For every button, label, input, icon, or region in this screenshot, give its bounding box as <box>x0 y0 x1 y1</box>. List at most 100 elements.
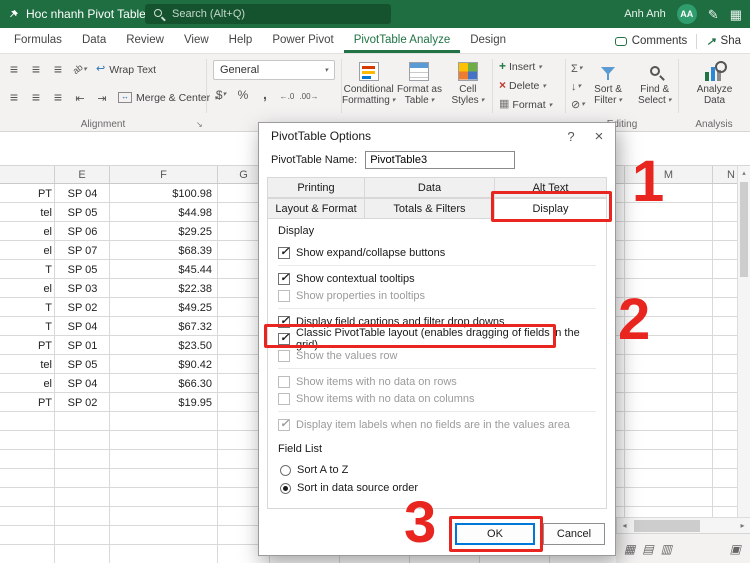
sheet-cell[interactable]: el <box>0 226 55 238</box>
comma-style-button[interactable] <box>255 85 275 105</box>
tab-power-pivot[interactable]: Power Pivot <box>262 28 343 53</box>
dialog-tab-data[interactable]: Data <box>364 177 495 198</box>
option-show-items-no-data-columns[interactable]: Show items with no data on columns <box>278 390 596 407</box>
accounting-format-button[interactable] <box>211 85 231 105</box>
sheet-cell[interactable]: tel <box>0 207 55 219</box>
insert-button[interactable]: Insert <box>493 57 565 76</box>
sort-filter-button[interactable]: Sort & Filter <box>585 54 632 118</box>
sheet-cell[interactable]: $68.39 <box>110 245 218 257</box>
sheet-cell[interactable]: $29.25 <box>110 226 218 238</box>
sheet-cell[interactable]: el <box>0 245 55 257</box>
horizontal-scroll-thumb[interactable] <box>634 519 700 532</box>
sheet-cell[interactable]: SP 02 <box>55 397 110 409</box>
sheet-cell[interactable]: $23.50 <box>110 340 218 352</box>
sheet-cell[interactable]: $22.38 <box>110 283 218 295</box>
sheet-cell[interactable]: T <box>0 321 55 333</box>
share-button[interactable]: Sha <box>697 35 750 48</box>
sheet-cell[interactable]: SP 01 <box>55 340 110 352</box>
sheet-cell[interactable]: SP 05 <box>55 264 110 276</box>
option-show-properties-in-tooltips[interactable]: Show properties in tooltips <box>278 287 596 304</box>
sheet-cell[interactable]: $45.44 <box>110 264 218 276</box>
cancel-button[interactable]: Cancel <box>543 523 605 545</box>
normal-view-icon[interactable] <box>624 542 635 556</box>
option-display-item-labels-no-fields[interactable]: Display item labels when no fields are i… <box>278 416 596 433</box>
option-show-expand-collapse-buttons[interactable]: Show expand/collapse buttons <box>278 244 596 261</box>
sheet-cell[interactable]: T <box>0 302 55 314</box>
sheet-cell[interactable]: PT <box>0 188 55 200</box>
tab-formulas[interactable]: Formulas <box>4 28 72 53</box>
sheet-cell[interactable]: $49.25 <box>110 302 218 314</box>
cell-styles-button[interactable]: Cell Styles <box>444 54 492 118</box>
sheet-cell[interactable]: SP 06 <box>55 226 110 238</box>
align-middle-button[interactable] <box>26 60 46 80</box>
tab-view[interactable]: View <box>174 28 219 53</box>
align-center-button[interactable] <box>26 88 46 108</box>
conditional-formatting-button[interactable]: Conditional Formatting <box>342 54 395 118</box>
increase-decimal-button[interactable] <box>277 85 297 105</box>
radio-sort-a-to-z[interactable]: Sort A to Z <box>280 462 596 478</box>
wrap-text-button[interactable]: Wrap Text <box>92 64 160 76</box>
sheet-cell[interactable]: SP 02 <box>55 302 110 314</box>
format-button[interactable]: Format <box>493 95 565 114</box>
sheet-cell[interactable]: $90.42 <box>110 359 218 371</box>
delete-button[interactable]: Delete <box>493 76 565 95</box>
sheet-cell[interactable]: PT <box>0 397 55 409</box>
help-icon[interactable] <box>557 123 585 149</box>
radio-sort-data-source-order[interactable]: Sort in data source order <box>280 480 596 496</box>
app-grid-icon[interactable]: ▦ <box>730 8 742 21</box>
document-title[interactable]: Hoc nhanh Pivot Table <box>26 7 146 21</box>
dialog-tab-totals-filters[interactable]: Totals & Filters <box>364 198 495 219</box>
vertical-scrollbar[interactable] <box>737 166 750 517</box>
sheet-cell[interactable]: SP 05 <box>55 207 110 219</box>
sheet-cell[interactable]: $66.30 <box>110 378 218 390</box>
page-layout-view-icon[interactable] <box>642 542 653 556</box>
sheet-cell[interactable]: $100.98 <box>110 188 218 200</box>
autosum-button[interactable] <box>571 60 585 77</box>
number-format-select[interactable]: General <box>213 60 335 80</box>
horizontal-scrollbar[interactable] <box>616 517 750 533</box>
clear-button[interactable] <box>571 96 585 113</box>
sheet-cell[interactable]: el <box>0 378 55 390</box>
dialog-tab-printing[interactable]: Printing <box>267 177 365 198</box>
align-left-button[interactable] <box>4 88 24 108</box>
sheet-cell[interactable]: $19.95 <box>110 397 218 409</box>
format-as-table-button[interactable]: Format as Table <box>395 54 443 118</box>
column-header-e[interactable]: E <box>55 166 110 183</box>
sheet-cell[interactable]: SP 04 <box>55 321 110 333</box>
close-icon[interactable] <box>585 123 613 149</box>
sheet-cell[interactable]: PT <box>0 340 55 352</box>
decrease-indent-button[interactable] <box>70 88 90 108</box>
find-select-button[interactable]: Find & Select <box>631 54 678 118</box>
sheet-cell[interactable]: el <box>0 283 55 295</box>
decrease-decimal-button[interactable] <box>299 85 319 105</box>
orientation-button[interactable] <box>70 60 90 80</box>
percent-style-button[interactable] <box>233 85 253 105</box>
scroll-up-icon[interactable] <box>738 166 750 179</box>
align-top-button[interactable] <box>4 60 24 80</box>
alignment-dialog-launcher-icon[interactable] <box>196 119 203 130</box>
analyze-data-button[interactable]: Analyze Data <box>679 54 750 106</box>
column-header[interactable] <box>0 166 55 183</box>
sheet-cell[interactable]: T <box>0 264 55 276</box>
horizontal-scroll-track[interactable] <box>632 518 735 534</box>
sheet-cell[interactable]: $44.98 <box>110 207 218 219</box>
sheet-cell[interactable]: SP 04 <box>55 188 110 200</box>
fill-button[interactable] <box>571 78 585 95</box>
option-show-items-no-data-rows[interactable]: Show items with no data on rows <box>278 373 596 390</box>
pivottable-name-input[interactable] <box>365 151 516 169</box>
tab-help[interactable]: Help <box>219 28 263 53</box>
option-show-contextual-tooltips[interactable]: Show contextual tooltips <box>278 270 596 287</box>
zoom-icon[interactable] <box>730 542 741 556</box>
tab-data[interactable]: Data <box>72 28 116 53</box>
sheet-cell[interactable]: tel <box>0 359 55 371</box>
tab-review[interactable]: Review <box>116 28 174 53</box>
dialog-tab-layout-format[interactable]: Layout & Format <box>267 198 365 219</box>
sheet-cell[interactable]: SP 05 <box>55 359 110 371</box>
page-break-view-icon[interactable] <box>661 542 672 556</box>
edit-pen-icon[interactable]: ✎ <box>708 8 719 21</box>
tab-pivottable-analyze[interactable]: PivotTable Analyze <box>344 28 461 53</box>
sheet-cell[interactable]: SP 03 <box>55 283 110 295</box>
search-box[interactable]: Search (Alt+Q) <box>145 4 391 24</box>
scroll-left-icon[interactable] <box>617 518 632 534</box>
tab-design[interactable]: Design <box>460 28 516 53</box>
